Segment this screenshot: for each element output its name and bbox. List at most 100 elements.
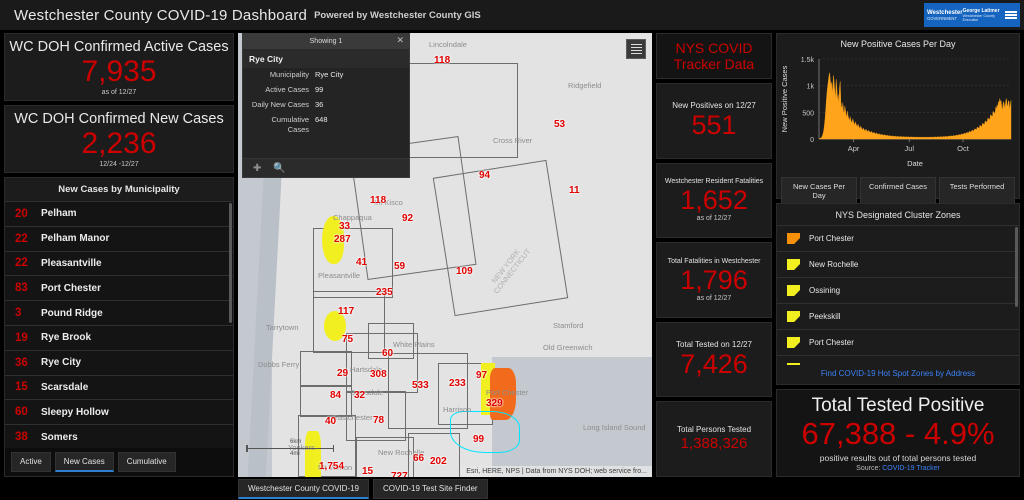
municipality-count: 22 bbox=[15, 257, 28, 270]
popup-row: Municipality Rye City bbox=[249, 70, 403, 80]
nys-stat-label: Total Tested on 12/27 bbox=[676, 340, 752, 350]
svg-text:1.5k: 1.5k bbox=[801, 57, 815, 64]
municipality-name: Pound Ridge bbox=[41, 307, 103, 319]
chart-tab-0[interactable]: New Cases Per Day bbox=[781, 177, 857, 206]
new-cases-card: WC DOH Confirmed New Cases 2,236 12/24 -… bbox=[4, 105, 234, 173]
cluster-zone-row[interactable]: Ossining bbox=[777, 277, 1019, 303]
hamburger-menu-icon[interactable] bbox=[1005, 11, 1017, 19]
cluster-zone-swatch-icon bbox=[787, 285, 800, 296]
municipality-row[interactable]: 19 Rye Brook bbox=[5, 324, 233, 350]
municipality-scrollbar[interactable] bbox=[229, 203, 232, 323]
map-place-label: Port Chester bbox=[486, 388, 529, 397]
cluster-zone-row[interactable]: Port Chester bbox=[777, 329, 1019, 355]
municipality-row[interactable]: 38 Somers bbox=[5, 424, 233, 448]
chart-plot-area[interactable]: 0 500 1k 1.5k Apr Jul Oct Date New Positive Case… bbox=[777, 51, 1019, 174]
nys-tracker-title-card: NYS COVID Tracker Data bbox=[656, 33, 772, 79]
map-case-count: 1,754 bbox=[319, 461, 345, 472]
municipality-tab-new-cases[interactable]: New Cases bbox=[54, 452, 114, 472]
map-tab-1[interactable]: COVID-19 Test Site Finder bbox=[373, 479, 488, 499]
municipality-tabs[interactable]: Active New Cases Cumulative bbox=[5, 448, 233, 476]
municipality-row[interactable]: 20 Pelham bbox=[5, 201, 233, 226]
municipality-row[interactable]: 36 Rye City bbox=[5, 349, 233, 375]
active-cases-note: as of 12/27 bbox=[101, 88, 137, 96]
map-case-count: 287 bbox=[334, 234, 351, 245]
hot-spot-lookup-link[interactable]: Find COVID-19 Hot Spot Zones by Address bbox=[777, 365, 1019, 384]
nys-stat-label: Total Fatalities in Westchester bbox=[667, 257, 761, 265]
nys-stat-label: Westchester Resident Fatalities bbox=[664, 178, 764, 186]
cluster-zone-swatch-icon bbox=[787, 311, 800, 322]
popup-row: Active Cases 99 bbox=[249, 85, 403, 95]
svg-text:Oct: Oct bbox=[957, 144, 970, 153]
map-case-count: 78 bbox=[373, 415, 385, 426]
close-icon[interactable]: ✕ bbox=[396, 36, 404, 45]
map-view[interactable]: NEW YORK CONNECTICUT Lincolndale Ridgefiel… bbox=[238, 33, 652, 477]
municipality-panel: New Cases by Municipality 20 Pelham 22 Pelh… bbox=[4, 177, 234, 477]
map-tab-bar[interactable]: Westchester County COVID-19 COVID-19 Test… bbox=[238, 479, 488, 499]
cluster-zone-row[interactable]: New Rochelle bbox=[777, 251, 1019, 277]
map-case-count: 29 bbox=[337, 368, 349, 379]
page-title: Westchester County COVID-19 Dashboard bbox=[14, 6, 308, 24]
map-case-count: 94 bbox=[479, 170, 491, 181]
svg-text:1k: 1k bbox=[807, 84, 815, 91]
municipality-tab-active[interactable]: Active bbox=[11, 452, 51, 472]
cluster-zone-row[interactable]: Port Chester bbox=[777, 225, 1019, 251]
county-logo-banner[interactable]: Westchester GOVERNMENT George Latimer We… bbox=[924, 3, 1020, 27]
cluster-zones-list[interactable]: Port Chester New Rochelle Ossining Peekskil… bbox=[777, 225, 1019, 365]
new-cases-title: WC DOH Confirmed New Cases bbox=[14, 110, 224, 127]
map-case-count: 727 bbox=[391, 471, 408, 477]
map-case-count: 109 bbox=[456, 266, 473, 277]
nys-stat-value: 1,652 bbox=[680, 185, 748, 216]
municipality-row[interactable]: 22 Pelham Manor bbox=[5, 225, 233, 251]
chart-tab-2[interactable]: Tests Performed bbox=[939, 177, 1015, 206]
right-panel: New Positive Cases Per Day 0 500 1k 1.5k Apr… bbox=[776, 33, 1020, 477]
map-place-label: Stamford bbox=[553, 321, 584, 330]
legend-list-icon[interactable] bbox=[626, 39, 646, 59]
municipality-count: 38 bbox=[15, 431, 28, 444]
popup-row-value: 648 bbox=[315, 115, 328, 124]
page-subtitle: Powered by Westchester County GIS bbox=[314, 9, 481, 21]
zoom-to-icon[interactable]: 🔍 bbox=[273, 163, 285, 174]
municipality-name: Rye City bbox=[41, 357, 82, 369]
pan-to-icon[interactable]: ✚ bbox=[253, 163, 261, 174]
nys-stat-value: 1,796 bbox=[680, 264, 748, 295]
total-tested-positive-card: Total Tested Positive 67,388 - 4.9% posi… bbox=[776, 389, 1020, 477]
total-tested-positive-title: Total Tested Positive bbox=[811, 394, 985, 416]
popup-header: Showing 1 ✕ bbox=[243, 34, 409, 49]
municipality-tab-cumulative[interactable]: Cumulative bbox=[117, 452, 176, 472]
chart-tab-1[interactable]: Confirmed Cases bbox=[860, 177, 936, 206]
nys-stat-card: Total Persons Tested 1,388,326 bbox=[656, 401, 772, 477]
nys-tracker-title: NYS COVID Tracker Data bbox=[673, 40, 755, 72]
municipality-count: 83 bbox=[15, 282, 28, 295]
map-place-label: Lincolndale bbox=[429, 40, 467, 49]
map-case-count: 97 bbox=[476, 370, 488, 381]
cluster-scrollbar[interactable] bbox=[1015, 227, 1018, 307]
cluster-zone-row[interactable]: Peekskill bbox=[777, 303, 1019, 329]
map-tab-0[interactable]: Westchester County COVID-19 bbox=[238, 479, 370, 499]
feature-popup[interactable]: Showing 1 ✕ Rye City Municipality Rye Cit… bbox=[242, 33, 410, 178]
municipality-row[interactable]: 83 Port Chester bbox=[5, 275, 233, 301]
svg-text:New Positive Cases: New Positive Cases bbox=[780, 65, 789, 132]
municipality-name: Pelham bbox=[41, 208, 77, 220]
municipality-panel-title: New Cases by Municipality bbox=[5, 178, 233, 201]
popup-row-label: Cumulative Cases bbox=[271, 115, 309, 134]
municipality-row[interactable]: 60 Sleepy Hollow bbox=[5, 399, 233, 425]
nys-stat-card: New Positives on 12/27 551 bbox=[656, 83, 772, 159]
svg-text:500: 500 bbox=[802, 110, 814, 117]
municipality-list[interactable]: 20 Pelham 22 Pelham Manor 22 Pleasantville 83 P… bbox=[5, 201, 233, 448]
map-case-count: 329 bbox=[486, 398, 503, 409]
dashboard-root: Westchester County COVID-19 Dashboard Po… bbox=[0, 0, 1024, 500]
municipality-row[interactable]: 15 Scarsdale bbox=[5, 374, 233, 400]
nys-stat-card: Westchester Resident Fatalities 1,652 as o… bbox=[656, 162, 772, 239]
source-link[interactable]: COVID-19 Tracker bbox=[882, 465, 940, 472]
map-case-count: 92 bbox=[402, 213, 414, 224]
municipality-row[interactable]: 3 Pound Ridge bbox=[5, 300, 233, 325]
municipality-row[interactable]: 22 Pleasantville bbox=[5, 250, 233, 276]
popup-title: Rye City bbox=[249, 54, 284, 64]
cluster-zone-row[interactable]: Tarrytown bbox=[777, 355, 1019, 365]
map-place-label: Tarrytown bbox=[266, 323, 299, 332]
cluster-zone-swatch-icon bbox=[787, 363, 800, 365]
scalebar-km: 6km bbox=[290, 438, 302, 445]
map-case-count: 41 bbox=[356, 257, 368, 268]
new-cases-note: 12/24 -12/27 bbox=[99, 160, 139, 168]
municipality-count: 19 bbox=[15, 331, 28, 344]
